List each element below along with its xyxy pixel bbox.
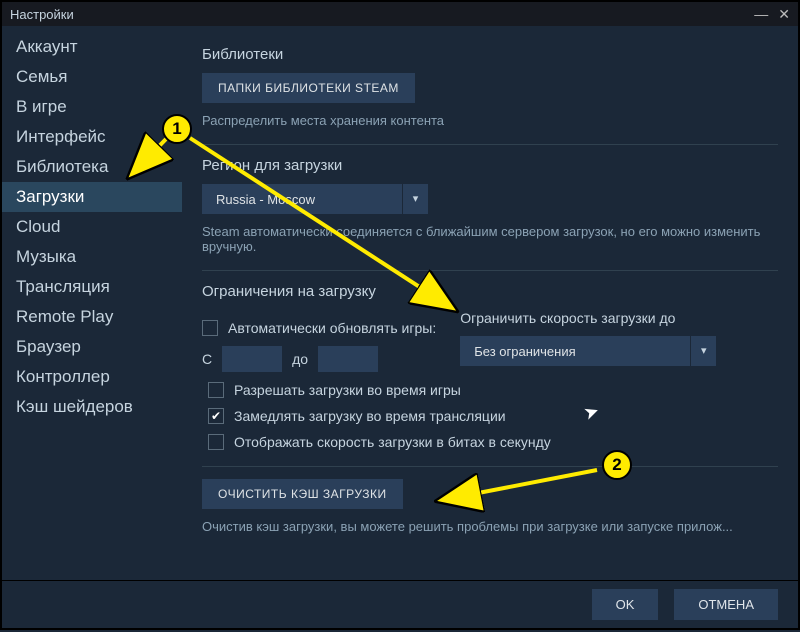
window-controls: — ✕ [754,6,790,23]
sidebar-item-label: Библиотека [16,157,108,176]
ok-button[interactable]: OK [592,589,659,620]
sidebar-item-label: Remote Play [16,307,113,326]
annotation-badge-2: 2 [602,450,632,480]
sidebar-item-remoteplay[interactable]: Remote Play [2,302,182,332]
sidebar-item-label: Кэш шейдеров [16,397,133,416]
sidebar-item-library[interactable]: Библиотека [2,152,182,182]
time-from-label: С [202,351,212,367]
sidebar-item-controller[interactable]: Контроллер [2,362,182,392]
download-region-select[interactable]: Russia - Moscow ▾ [202,184,428,214]
download-region-value: Russia - Moscow [202,192,402,207]
settings-sidebar: Аккаунт Семья В игре Интерфейс Библиотек… [2,26,182,580]
throttle-stream-label: Замедлять загрузку во время трансляции [234,408,506,424]
sidebar-item-ingame[interactable]: В игре [2,92,182,122]
sidebar-item-interface[interactable]: Интерфейс [2,122,182,152]
settings-content: Библиотеки ПАПКИ БИБЛИОТЕКИ STEAM Распре… [182,26,798,580]
limit-speed-value: Без ограничения [460,344,690,359]
limit-speed-select[interactable]: Без ограничения ▾ [460,336,716,366]
divider [202,270,778,271]
sidebar-item-label: Контроллер [16,367,110,386]
sidebar-item-label: Интерфейс [16,127,106,146]
library-folders-button[interactable]: ПАПКИ БИБЛИОТЕКИ STEAM [202,73,415,103]
section-region-title: Регион для загрузки [202,157,778,174]
section-libraries-title: Библиотеки [202,46,778,63]
sidebar-item-downloads[interactable]: Загрузки [2,182,182,212]
limit-speed-label: Ограничить скорость загрузки до [460,310,716,326]
sidebar-item-label: Семья [16,67,67,86]
show-bits-checkbox[interactable] [208,434,224,450]
sidebar-item-broadcast[interactable]: Трансляция [2,272,182,302]
sidebar-item-label: Браузер [16,337,81,356]
sidebar-item-family[interactable]: Семья [2,62,182,92]
section-limits-title: Ограничения на загрузку [202,283,778,300]
clear-download-cache-button[interactable]: ОЧИСТИТЬ КЭШ ЗАГРУЗКИ [202,479,403,509]
sidebar-item-label: Загрузки [16,187,84,206]
annotation-badge-1: 1 [162,114,192,144]
cancel-button[interactable]: ОТМЕНА [674,589,778,620]
sidebar-item-browser[interactable]: Браузер [2,332,182,362]
clear-cache-helper: Очистив кэш загрузки, вы можете решить п… [202,519,778,534]
titlebar: Настройки — ✕ [2,2,798,26]
region-helper: Steam автоматически соединяется с ближай… [202,224,778,254]
library-helper: Распределить места хранения контента [202,113,778,128]
chevron-down-icon: ▾ [690,336,716,366]
chevron-down-icon: ▾ [402,184,428,214]
sidebar-item-shadercache[interactable]: Кэш шейдеров [2,392,182,422]
allow-ingame-label: Разрешать загрузки во время игры [234,382,461,398]
auto-update-label: Автоматически обновлять игры: [228,320,436,336]
sidebar-item-label: Музыка [16,247,76,266]
allow-ingame-checkbox[interactable] [208,382,224,398]
auto-update-checkbox[interactable] [202,320,218,336]
minimize-icon[interactable]: — [754,6,768,23]
sidebar-item-label: Аккаунт [16,37,78,56]
sidebar-item-label: Cloud [16,217,60,236]
sidebar-item-label: Трансляция [16,277,110,296]
window-title: Настройки [10,7,74,22]
close-icon[interactable]: ✕ [778,6,790,23]
time-to-input[interactable] [318,346,378,372]
sidebar-item-account[interactable]: Аккаунт [2,32,182,62]
divider [202,466,778,467]
throttle-stream-checkbox[interactable] [208,408,224,424]
time-to-label: до [292,351,308,367]
dialog-footer: OK ОТМЕНА [2,580,798,628]
sidebar-item-cloud[interactable]: Cloud [2,212,182,242]
sidebar-item-music[interactable]: Музыка [2,242,182,272]
divider [202,144,778,145]
show-bits-label: Отображать скорость загрузки в битах в с… [234,434,551,450]
time-from-input[interactable] [222,346,282,372]
sidebar-item-label: В игре [16,97,67,116]
